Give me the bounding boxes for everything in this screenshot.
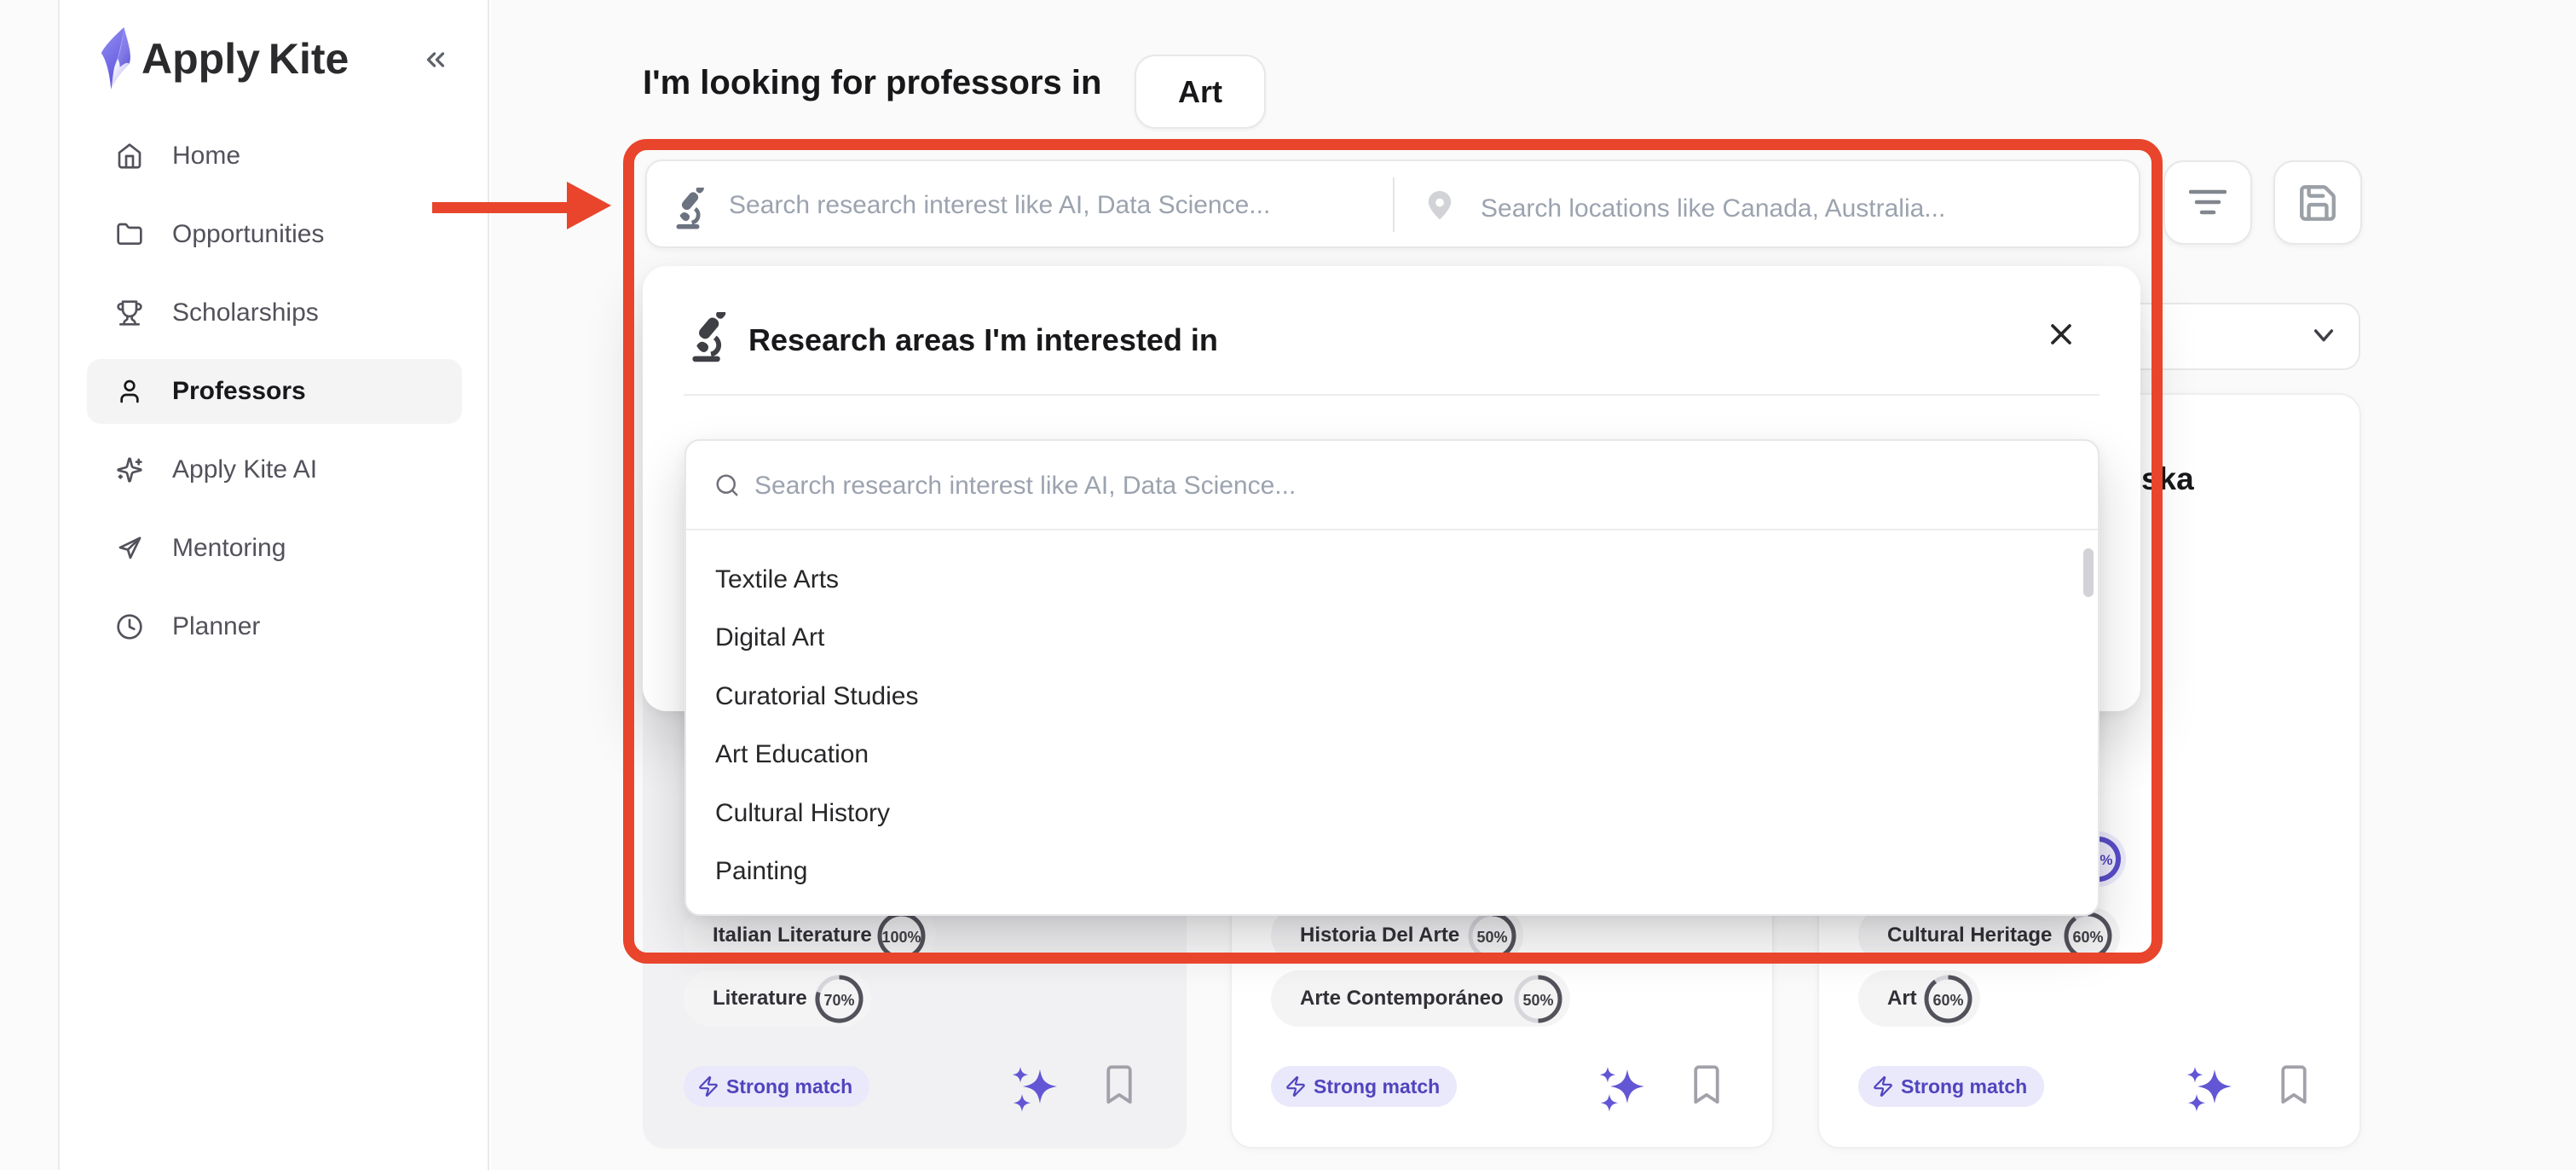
svg-text:70%: 70%: [823, 992, 854, 1009]
svg-text:50%: 50%: [1522, 992, 1553, 1009]
svg-text:60%: 60%: [1932, 992, 1963, 1009]
